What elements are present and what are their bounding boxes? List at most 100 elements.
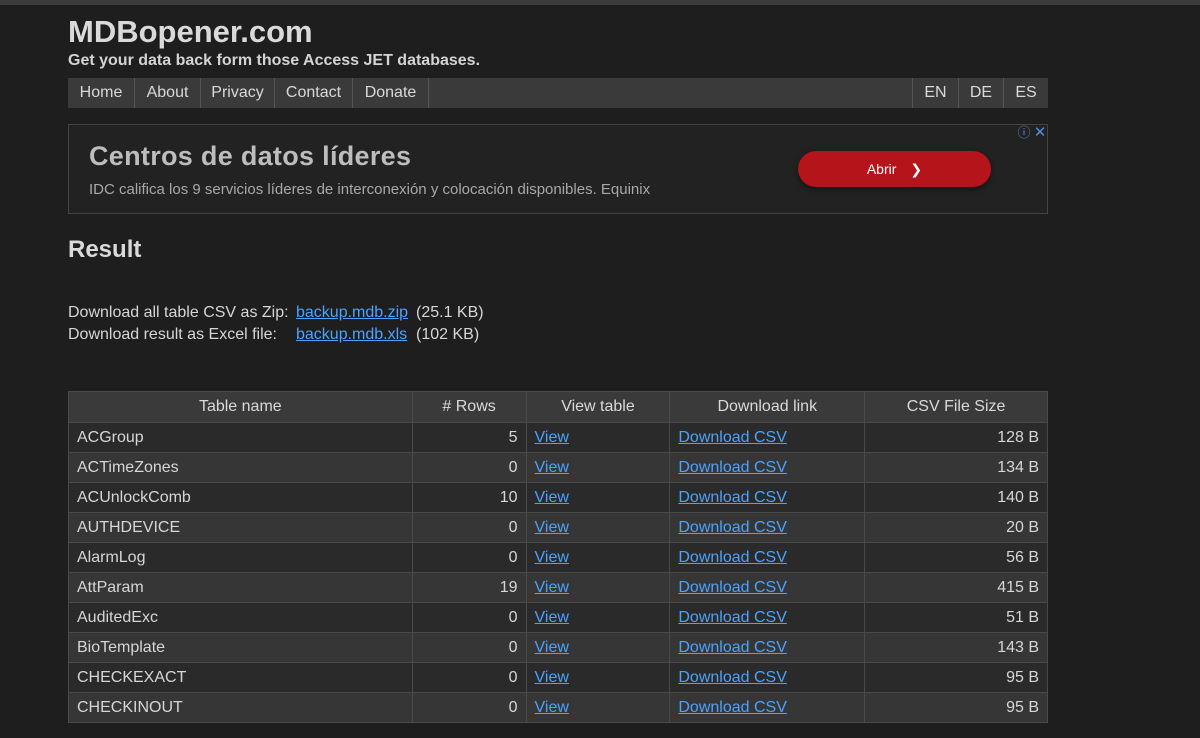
ad-open-button-label: Abrir [866, 161, 897, 177]
nav-home[interactable]: Home [68, 78, 135, 108]
csv-size-cell: 56 B [864, 542, 1048, 573]
browser-top-strip [0, 0, 1200, 5]
table-name-cell: ACTimeZones [68, 452, 413, 483]
download-csv-link[interactable]: Download CSV [678, 669, 787, 686]
table-row: CHECKEXACT 0 View Download CSV 95 B [68, 662, 1048, 693]
ad-open-button[interactable]: Abrir ❯ [798, 151, 991, 187]
main-nav: Home About Privacy Contact Donate EN DE … [68, 78, 1048, 108]
nav-donate[interactable]: Donate [353, 78, 429, 108]
download-csv-link[interactable]: Download CSV [678, 639, 787, 656]
header-csv-size: CSV File Size [864, 391, 1048, 423]
ad-banner[interactable]: Centros de datos líderes IDC califica lo… [68, 124, 1048, 214]
nav-about[interactable]: About [135, 78, 201, 108]
row-count-cell: 0 [411, 632, 527, 663]
table-name-cell: BioTemplate [68, 632, 413, 663]
tables-list: Table name # Rows View table Download li… [68, 391, 1048, 723]
view-link[interactable]: View [535, 459, 569, 476]
row-count-cell: 0 [411, 662, 527, 693]
view-link[interactable]: View [535, 429, 569, 446]
row-count-cell: 0 [411, 542, 527, 573]
download-cell: Download CSV [669, 572, 866, 603]
csv-size-cell: 128 B [864, 422, 1048, 453]
excel-download-link[interactable]: backup.mdb.xls [296, 326, 407, 344]
table-name-cell: ACUnlockComb [68, 482, 413, 513]
csv-size-cell: 134 B [864, 452, 1048, 483]
table-name-cell: AttParam [68, 572, 413, 603]
header-download-link: Download link [669, 391, 866, 423]
result-heading: Result [68, 236, 142, 263]
csv-size-cell: 140 B [864, 482, 1048, 513]
view-link[interactable]: View [535, 519, 569, 536]
download-cell: Download CSV [669, 692, 866, 723]
view-cell: View [525, 512, 671, 543]
table-row: ACTimeZones 0 View Download CSV 134 B [68, 452, 1048, 483]
header-table-name: Table name [68, 391, 413, 423]
csv-size-cell: 143 B [864, 632, 1048, 663]
site-title[interactable]: MDBopener.com [68, 14, 313, 50]
row-count-cell: 19 [411, 572, 527, 603]
download-csv-link[interactable]: Download CSV [678, 609, 787, 626]
row-count-cell: 5 [411, 422, 527, 453]
zip-file-size: (25.1 KB) [416, 304, 484, 321]
site-tagline: Get your data back form those Access JET… [68, 52, 481, 69]
csv-size-cell: 95 B [864, 662, 1048, 693]
csv-size-cell: 51 B [864, 602, 1048, 633]
view-cell: View [525, 422, 671, 453]
row-count-cell: 0 [411, 602, 527, 633]
view-cell: View [525, 452, 671, 483]
download-csv-link[interactable]: Download CSV [678, 579, 787, 596]
download-cell: Download CSV [669, 542, 866, 573]
view-cell: View [525, 602, 671, 633]
ad-title[interactable]: Centros de datos líderes [89, 141, 411, 172]
view-link[interactable]: View [535, 699, 569, 716]
row-count-cell: 0 [411, 692, 527, 723]
download-cell: Download CSV [669, 452, 866, 483]
table-row: AUTHDEVICE 0 View Download CSV 20 B [68, 512, 1048, 543]
download-cell: Download CSV [669, 662, 866, 693]
table-row: AuditedExc 0 View Download CSV 51 B [68, 602, 1048, 633]
zip-download-link[interactable]: backup.mdb.zip [296, 304, 408, 322]
view-link[interactable]: View [535, 669, 569, 686]
row-count-cell: 10 [411, 482, 527, 513]
download-csv-link[interactable]: Download CSV [678, 519, 787, 536]
table-row: AttParam 19 View Download CSV 415 B [68, 572, 1048, 603]
table-name-cell: AUTHDEVICE [68, 512, 413, 543]
csv-size-cell: 95 B [864, 692, 1048, 723]
nav-contact[interactable]: Contact [275, 78, 353, 108]
lang-es[interactable]: ES [1003, 78, 1048, 108]
download-cell: Download CSV [669, 602, 866, 633]
info-icon[interactable]: ⓘ [1017, 126, 1031, 140]
table-row: BioTemplate 0 View Download CSV 143 B [68, 632, 1048, 663]
download-csv-link[interactable]: Download CSV [678, 459, 787, 476]
view-link[interactable]: View [535, 609, 569, 626]
download-csv-link[interactable]: Download CSV [678, 429, 787, 446]
view-link[interactable]: View [535, 549, 569, 566]
csv-size-cell: 415 B [864, 572, 1048, 603]
ad-description[interactable]: IDC califica los 9 servicios líderes de … [89, 181, 650, 198]
close-icon[interactable]: ✕ [1033, 125, 1047, 141]
download-csv-link[interactable]: Download CSV [678, 489, 787, 506]
excel-download-label: Download result as Excel file: [68, 326, 277, 343]
excel-file-size: (102 KB) [416, 326, 480, 343]
table-name-cell: AlarmLog [68, 542, 413, 573]
lang-de[interactable]: DE [958, 78, 1003, 108]
nav-privacy[interactable]: Privacy [201, 78, 275, 108]
zip-download-label: Download all table CSV as Zip: [68, 304, 289, 321]
download-csv-link[interactable]: Download CSV [678, 549, 787, 566]
header-view-table: View table [525, 391, 671, 423]
view-link[interactable]: View [535, 489, 569, 506]
view-cell: View [525, 662, 671, 693]
view-cell: View [525, 542, 671, 573]
view-cell: View [525, 692, 671, 723]
table-name-cell: CHECKEXACT [68, 662, 413, 693]
view-link[interactable]: View [535, 639, 569, 656]
header-rows: # Rows [411, 391, 527, 423]
view-link[interactable]: View [535, 579, 569, 596]
csv-size-cell: 20 B [864, 512, 1048, 543]
table-row: ACGroup 5 View Download CSV 128 B [68, 422, 1048, 453]
row-count-cell: 0 [411, 512, 527, 543]
lang-en[interactable]: EN [912, 78, 958, 108]
download-cell: Download CSV [669, 482, 866, 513]
download-cell: Download CSV [669, 512, 866, 543]
download-csv-link[interactable]: Download CSV [678, 699, 787, 716]
